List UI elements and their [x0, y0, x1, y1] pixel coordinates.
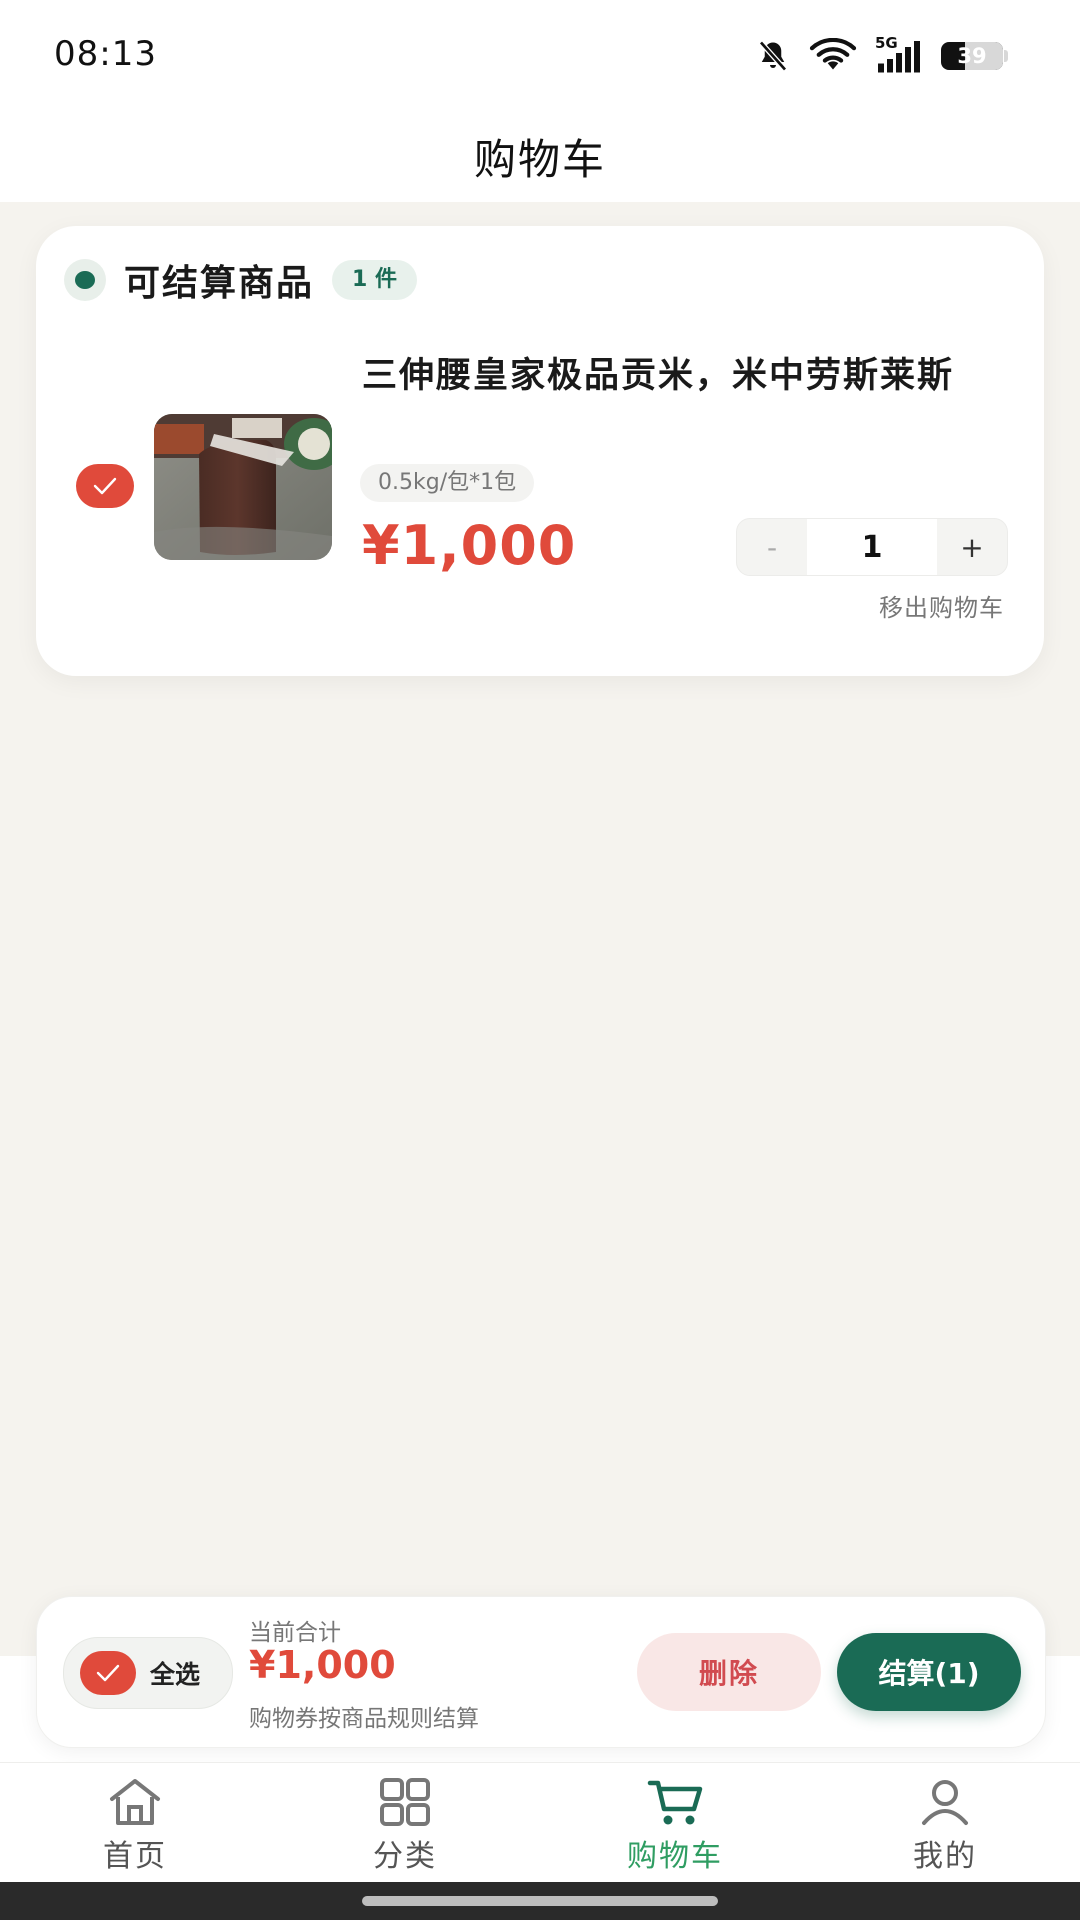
tab-profile[interactable]: 我的: [810, 1763, 1080, 1883]
total-value: ¥1,000: [249, 1643, 396, 1687]
user-icon: [916, 1777, 974, 1827]
checkout-action-bar: 全选 当前合计 ¥1,000 购物券按商品规则结算 删除 结算(1): [36, 1596, 1046, 1748]
product-price: ¥1,000: [362, 514, 577, 577]
select-all-toggle[interactable]: 全选: [63, 1637, 233, 1709]
check-icon: [93, 477, 117, 495]
status-time: 08:13: [54, 34, 157, 74]
cart-icon: [646, 1777, 704, 1827]
product-thumbnail[interactable]: [154, 414, 332, 560]
status-bar: 08:13 5G 39: [0, 0, 1080, 110]
grid-icon: [376, 1777, 434, 1827]
group-dot-icon: [64, 259, 106, 301]
tab-profile-label: 我的: [913, 1839, 977, 1874]
remove-from-cart-link[interactable]: 移出购物车: [879, 588, 1004, 623]
product-name[interactable]: 三伸腰皇家极品贡米，米中劳斯莱斯: [362, 352, 1002, 400]
cart-group-header: 可结算商品 1 件: [64, 258, 417, 304]
cart-group-card: 可结算商品 1 件 三伸腰皇家极品贡米，米中劳斯莱斯 0.5kg/包*1包 ¥1…: [36, 226, 1044, 676]
tab-home[interactable]: 首页: [0, 1763, 270, 1883]
battery-tip: [1004, 50, 1008, 62]
checkout-button[interactable]: 结算(1): [837, 1633, 1021, 1711]
check-icon: [96, 1664, 120, 1682]
cart-group-title: 可结算商品: [124, 263, 315, 304]
select-all-label: 全选: [150, 1660, 201, 1689]
system-nav-bar: [0, 1882, 1080, 1920]
total-note: 购物券按商品规则结算: [249, 1706, 479, 1732]
rice-bag-image: [154, 414, 332, 560]
cart-group-count-badge: 1 件: [332, 260, 417, 300]
bell-off-icon: [755, 38, 791, 74]
page-header: 购物车: [0, 110, 1080, 202]
select-all-checkbox[interactable]: [80, 1651, 136, 1695]
delete-button[interactable]: 删除: [637, 1633, 821, 1711]
battery-body: 39: [941, 42, 1003, 70]
item-select-checkbox[interactable]: [76, 464, 134, 508]
page-title: 购物车: [473, 134, 606, 184]
quantity-decrease-button[interactable]: -: [737, 519, 807, 575]
home-icon: [106, 1777, 164, 1827]
bottom-tab-bar: 首页 分类 购物车 我的: [0, 1762, 1080, 1883]
status-icons: 5G 39: [755, 34, 1008, 76]
quantity-value[interactable]: 1: [807, 519, 937, 575]
5g-signal-icon: 5G: [875, 34, 923, 74]
wifi-icon: [809, 38, 857, 74]
tab-category-label: 分类: [373, 1839, 437, 1874]
tab-cart-label: 购物车: [627, 1839, 723, 1874]
product-spec-tag: 0.5kg/包*1包: [360, 464, 535, 502]
tab-category[interactable]: 分类: [270, 1763, 540, 1883]
home-gesture-handle[interactable]: [362, 1896, 718, 1906]
tab-cart[interactable]: 购物车: [540, 1763, 810, 1883]
total-label: 当前合计: [249, 1620, 341, 1646]
quantity-stepper: - 1 +: [736, 518, 1008, 576]
battery-icon: 39: [941, 42, 1008, 70]
tab-home-label: 首页: [103, 1839, 167, 1874]
battery-percent: 39: [957, 44, 987, 68]
quantity-increase-button[interactable]: +: [937, 519, 1007, 575]
